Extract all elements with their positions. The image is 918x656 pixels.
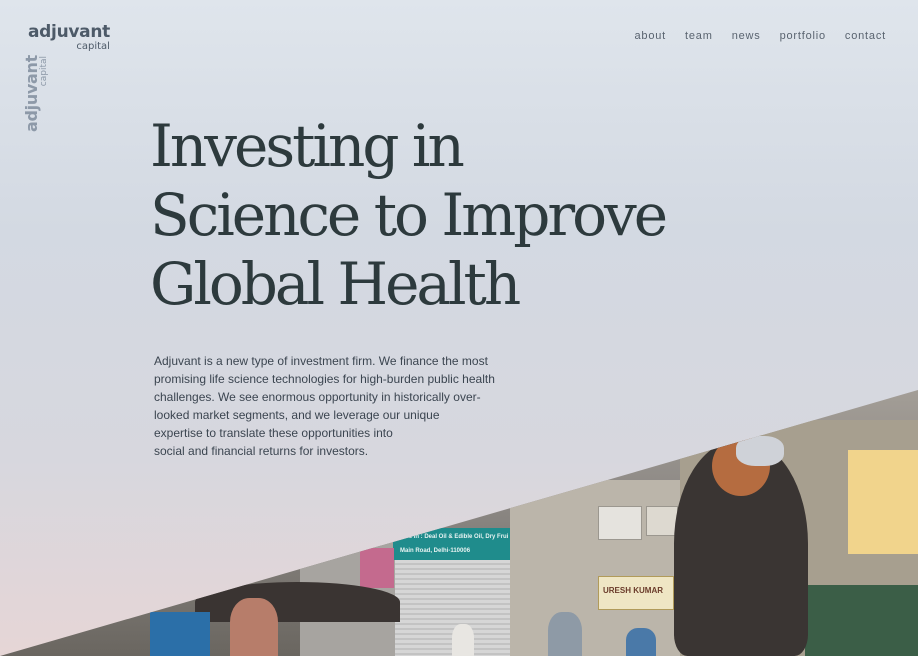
intro-line-3: challenges. We see enormous opportunity … [154, 390, 481, 404]
logo-subtitle: capital [76, 41, 110, 52]
nav-portfolio[interactable]: portfolio [780, 30, 826, 42]
ac-unit [598, 506, 642, 540]
nav-news[interactable]: news [732, 30, 761, 42]
pink-sign [360, 548, 394, 588]
teal-sign-address: Main Road, Delhi-110006 [400, 548, 471, 554]
headline-line-1: Investing in [150, 112, 465, 180]
green-shopfront [805, 585, 918, 656]
person-crowd-3 [626, 628, 656, 656]
hero-headline: Investing in Science to Improve Global H… [150, 112, 668, 319]
intro-line-6: social and financial returns for investo… [154, 444, 369, 458]
rickshaw-frame [150, 612, 210, 656]
person-crowd-2 [548, 612, 582, 656]
yellow-sign [848, 450, 918, 554]
intro-paragraph: Adjuvant is a new type of investment fir… [154, 352, 504, 460]
headline-line-2: Science to Improve [150, 181, 668, 249]
nav-team[interactable]: team [685, 30, 713, 42]
vertical-logo-subtitle: capital [39, 56, 49, 87]
nav-contact[interactable]: contact [845, 30, 886, 42]
person-walking [230, 598, 278, 656]
vertical-logo: adjuvant capital [22, 55, 52, 132]
ac-unit-2 [646, 506, 678, 536]
headline-line-3: Global Health [150, 250, 521, 318]
main-nav: about team news portfolio contact [635, 30, 887, 42]
rickshaw-canopy [195, 582, 400, 622]
teal-sign-text: Deals in : Deal Oil & Edible Oil, Dry Fr… [396, 534, 508, 540]
logo[interactable]: adjuvant capital [28, 24, 110, 52]
intro-line-2: promising life science technologies for … [154, 372, 495, 386]
intro-line-1: Adjuvant is a new type of investment fir… [154, 354, 488, 368]
street-scene-photo: Deals in : Deal Oil & Edible Oil, Dry Fr… [0, 390, 918, 656]
shop-sign-text: URESH KUMAR [603, 586, 663, 595]
logo-wordmark: adjuvant [28, 22, 110, 42]
intro-line-5: expertise to translate these opportuniti… [154, 426, 393, 440]
foreground-person-shawl [736, 436, 784, 466]
nav-about[interactable]: about [635, 30, 667, 42]
vertical-logo-wordmark: adjuvant [22, 55, 41, 132]
intro-line-4: looked market segments, and we leverage … [154, 408, 440, 422]
person-crowd-1 [452, 624, 474, 656]
